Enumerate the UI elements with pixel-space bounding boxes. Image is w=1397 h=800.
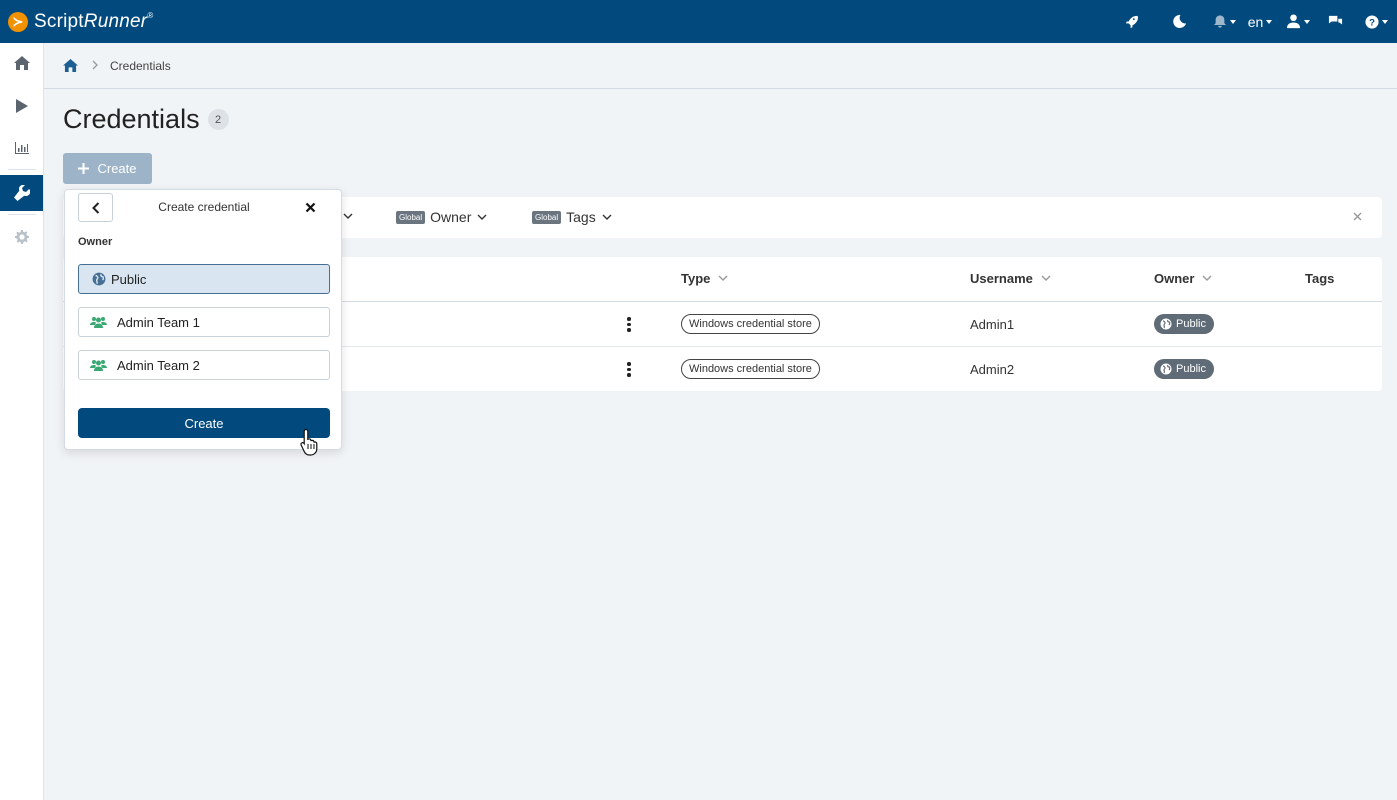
globe-icon: [1160, 363, 1172, 375]
filter-owner[interactable]: Global Owner: [396, 209, 487, 225]
row-actions-icon[interactable]: [627, 317, 631, 332]
page-title-text: Credentials: [63, 104, 200, 134]
sidebar-item-configuration[interactable]: [0, 175, 43, 211]
sidebar-divider: [8, 169, 36, 170]
breadcrumb: Credentials: [44, 43, 1397, 89]
plus-icon: [78, 163, 90, 174]
bell-icon: [1213, 15, 1226, 28]
wrench-icon: [13, 185, 30, 201]
sidebar-item-home[interactable]: [0, 45, 44, 81]
owner-option-public[interactable]: Public: [78, 264, 330, 294]
chevron-down-icon: [477, 214, 487, 220]
close-icon[interactable]: [305, 200, 319, 214]
popup-create-label: Create: [184, 415, 224, 431]
sidebar-divider: [8, 214, 36, 215]
popup-create-button[interactable]: Create: [78, 408, 330, 438]
count-badge: 2: [207, 109, 229, 130]
owner-option-label: Public: [111, 271, 147, 287]
owner-option-admin-team-2[interactable]: Admin Team 2: [78, 350, 330, 380]
filter-owner-label: Owner: [430, 209, 472, 225]
global-tag: Global: [532, 210, 562, 224]
gear-icon: [15, 230, 29, 244]
language-label: en: [1247, 13, 1264, 30]
username-cell: Admin1: [970, 317, 1015, 332]
filter-tags-label: Tags: [566, 209, 596, 225]
sort-icon: [1202, 275, 1212, 281]
team-icon: [83, 359, 113, 371]
logo-text: ScriptRunner®: [34, 10, 154, 32]
global-tag: Global: [396, 210, 426, 224]
help-icon: ?: [1364, 14, 1379, 29]
notifications-button[interactable]: [1209, 0, 1239, 43]
breadcrumb-current: Credentials: [110, 58, 171, 73]
create-button-label: Create: [97, 161, 137, 176]
owner-label: Owner: [78, 236, 113, 248]
logo-mark: ≻: [8, 11, 28, 32]
sort-icon: [718, 275, 728, 281]
app-logo[interactable]: ≻ ScriptRunner®: [8, 11, 153, 33]
page-title: Credentials 2: [63, 104, 229, 135]
top-bar: ≻ ScriptRunner® en ?: [0, 0, 1397, 43]
type-pill: Windows credential store: [681, 314, 820, 334]
help-button[interactable]: ?: [1361, 0, 1391, 43]
owner-option-admin-team-1[interactable]: Admin Team 1: [78, 307, 330, 337]
column-type[interactable]: Type: [681, 271, 728, 286]
column-tags: Tags: [1305, 271, 1335, 286]
chart-icon: [15, 142, 29, 154]
team-icon: [83, 316, 113, 328]
chevron-down-icon[interactable]: [343, 213, 353, 220]
clear-filters-icon[interactable]: [1353, 212, 1362, 221]
moon-icon[interactable]: [1167, 0, 1191, 43]
create-button[interactable]: Create: [63, 153, 152, 184]
type-pill: Windows credential store: [681, 359, 820, 379]
chevron-right-icon: [92, 59, 98, 73]
globe-icon: [87, 272, 111, 286]
column-owner[interactable]: Owner: [1154, 271, 1212, 286]
popup-title: Create credential: [158, 200, 250, 214]
filter-tags[interactable]: Global Tags: [532, 209, 612, 225]
owner-pill: Public: [1154, 359, 1214, 379]
globe-icon: [1160, 318, 1172, 330]
rocket-icon[interactable]: [1117, 0, 1145, 43]
create-credential-popup: Create credential Owner Public Admin Tea…: [64, 189, 342, 450]
play-icon: [16, 99, 28, 113]
column-username[interactable]: Username: [970, 271, 1051, 286]
hand-cursor-icon: [300, 428, 318, 456]
sidebar-item-settings[interactable]: [0, 219, 44, 255]
sidebar: [0, 43, 44, 800]
owner-pill: Public: [1154, 314, 1214, 334]
owner-option-label: Admin Team 2: [117, 357, 200, 373]
username-cell: Admin2: [970, 362, 1015, 377]
home-icon[interactable]: [63, 59, 78, 72]
user-menu-button[interactable]: [1283, 0, 1313, 43]
sidebar-item-reports[interactable]: [0, 130, 44, 166]
chevron-down-icon: [602, 214, 612, 220]
user-icon: [1286, 14, 1301, 29]
language-select[interactable]: en: [1245, 0, 1275, 43]
sort-icon: [1041, 275, 1051, 281]
sidebar-item-run[interactable]: [0, 88, 44, 124]
home-icon: [14, 56, 30, 70]
owner-option-label: Admin Team 1: [117, 314, 200, 330]
row-actions-icon[interactable]: [627, 362, 631, 377]
chat-icon[interactable]: [1323, 0, 1347, 43]
svg-text:?: ?: [1369, 17, 1375, 28]
